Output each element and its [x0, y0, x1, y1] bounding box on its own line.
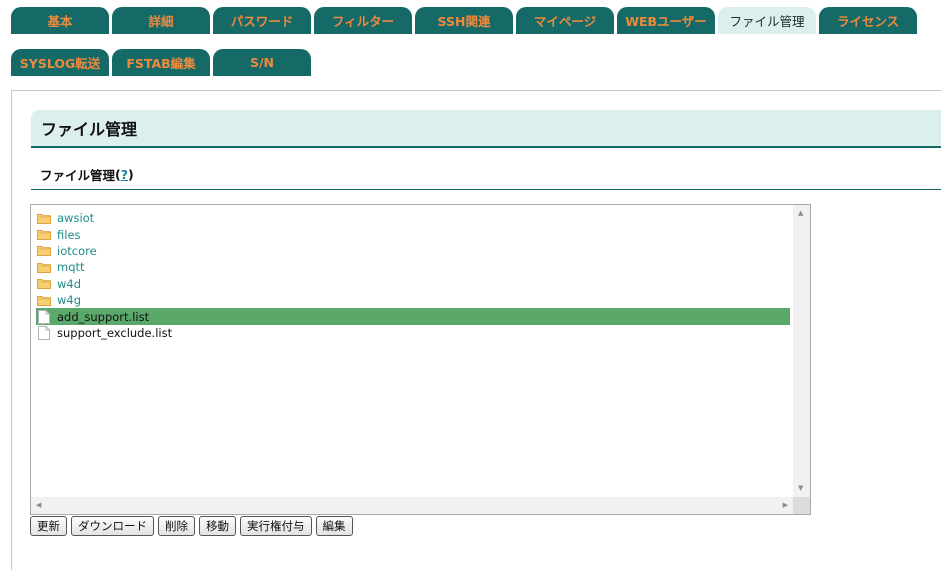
folder-icon [36, 261, 51, 273]
vertical-scrollbar[interactable]: ▲ ▼ [793, 205, 810, 497]
chmod-button[interactable]: 実行権付与 [240, 516, 312, 536]
list-item[interactable]: support_exclude.list [36, 325, 790, 341]
delete-button[interactable]: 削除 [158, 516, 195, 536]
button-bar: 更新 ダウンロード 削除 移動 実行権付与 編集 [30, 516, 357, 536]
tab-syslog[interactable]: SYSLOG転送 [11, 49, 109, 76]
scroll-left-icon[interactable]: ◀ [36, 502, 41, 509]
help-paren-close: ) [128, 167, 134, 182]
folder-icon [36, 278, 51, 290]
tab-web-user[interactable]: WEBユーザー [617, 7, 715, 34]
folder-icon [36, 229, 51, 241]
file-icon [36, 325, 51, 340]
scroll-down-icon[interactable]: ▼ [798, 485, 803, 492]
tab-ssh[interactable]: SSH関連 [415, 7, 513, 34]
file-icon [36, 309, 51, 324]
file-name: w4g [57, 293, 82, 308]
list-item[interactable]: w4d [36, 276, 790, 292]
page-title: ファイル管理 [31, 110, 941, 148]
list-item[interactable]: iotcore [36, 243, 790, 259]
file-name: awsiot [57, 211, 95, 226]
help-link[interactable]: ? [121, 167, 128, 182]
tab-filter[interactable]: フィルター [314, 7, 412, 34]
list-item[interactable]: files [36, 226, 790, 242]
tab-license[interactable]: ライセンス [819, 7, 917, 34]
file-name: mqtt [57, 260, 85, 275]
list-item[interactable]: mqtt [36, 259, 790, 275]
folder-icon [36, 294, 51, 306]
tab-mypage[interactable]: マイページ [516, 7, 614, 34]
folder-icon [36, 245, 51, 257]
list-item[interactable]: w4g [36, 292, 790, 308]
file-name: support_exclude.list [57, 325, 173, 340]
tab-detail[interactable]: 詳細 [112, 7, 210, 34]
file-name: iotcore [57, 243, 97, 258]
section-title-text: ファイル管理 [40, 168, 116, 183]
scroll-up-icon[interactable]: ▲ [798, 210, 803, 217]
tab-bar-row2: SYSLOG転送 FSTAB編集 S/N [11, 49, 314, 76]
tab-basic[interactable]: 基本 [11, 7, 109, 34]
scroll-right-icon[interactable]: ▶ [783, 502, 788, 509]
tab-bar-row1: 基本 詳細 パスワード フィルター SSH関連 マイページ WEBユーザー ファ… [11, 7, 920, 34]
list-item[interactable]: awsiot [36, 210, 790, 226]
list-item-selected[interactable]: add_support.list [36, 308, 790, 325]
download-button[interactable]: ダウンロード [71, 516, 154, 536]
file-name: w4d [57, 276, 82, 291]
tab-serial-number[interactable]: S/N [213, 49, 311, 76]
refresh-button[interactable]: 更新 [30, 516, 67, 536]
move-button[interactable]: 移動 [199, 516, 236, 536]
file-name: add_support.list [57, 309, 150, 324]
file-list-box[interactable]: awsiot files iotcore mqtt w4d w4g add_su… [30, 204, 811, 515]
file-name: files [57, 227, 81, 242]
horizontal-scrollbar[interactable]: ◀ ▶ [31, 497, 793, 514]
tab-password[interactable]: パスワード [213, 7, 311, 34]
tab-file-management[interactable]: ファイル管理 [718, 7, 816, 34]
file-list: awsiot files iotcore mqtt w4d w4g add_su… [36, 210, 790, 341]
section-title: ファイル管理 ( ? ) [31, 160, 941, 190]
scrollbar-corner [793, 497, 810, 514]
edit-button[interactable]: 編集 [315, 516, 353, 536]
tab-fstab[interactable]: FSTAB編集 [112, 49, 210, 76]
folder-icon [36, 212, 51, 224]
